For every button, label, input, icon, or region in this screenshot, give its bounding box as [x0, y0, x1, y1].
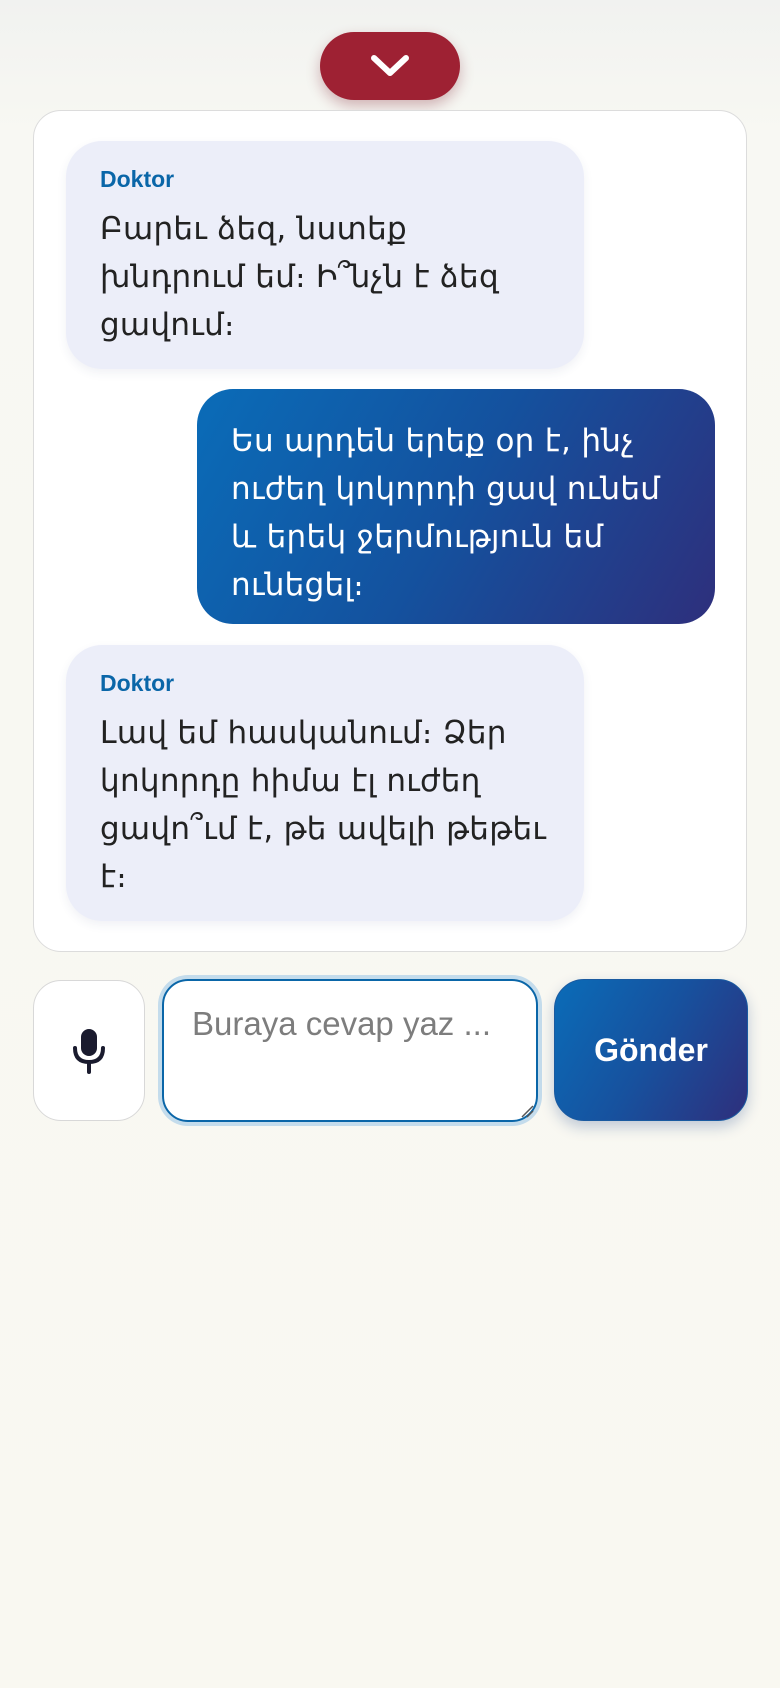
sender-name: Doktor	[100, 670, 175, 696]
chevron-down-icon	[371, 55, 409, 76]
doctor-message: Doktor Բարեւ ձեզ, նստեք խնդրում եմ։ Ի՞նչ…	[66, 141, 584, 369]
reply-input-wrapper	[162, 979, 538, 1122]
patient-message: Ես արդեն երեք օր է, ինչ ուժեղ կոկորդի ցա…	[197, 389, 715, 624]
reply-input[interactable]	[162, 979, 538, 1122]
message-text: Բարեւ ձեզ, նստեք խնդրում եմ։ Ի՞նչն է ձեզ…	[100, 211, 499, 343]
doctor-message: Doktor Լավ եմ հասկանում։ Ձեր կոկորդը հիմ…	[66, 645, 584, 921]
collapse-chat-button[interactable]	[320, 32, 460, 100]
sender-name: Doktor	[100, 166, 175, 192]
resize-grip-icon[interactable]	[520, 1104, 534, 1118]
microphone-button[interactable]	[33, 980, 145, 1121]
chat-panel: Doktor Բարեւ ձեզ, նստեք խնդրում եմ։ Ի՞նչ…	[33, 110, 747, 952]
message-text: Ես արդեն երեք օր է, ինչ ուժեղ կոկորդի ցա…	[231, 423, 661, 603]
send-button[interactable]: Gönder	[554, 979, 748, 1121]
microphone-icon	[73, 1028, 105, 1074]
message-text: Լավ եմ հասկանում։ Ձեր կոկորդը հիմա էլ ու…	[100, 715, 547, 895]
